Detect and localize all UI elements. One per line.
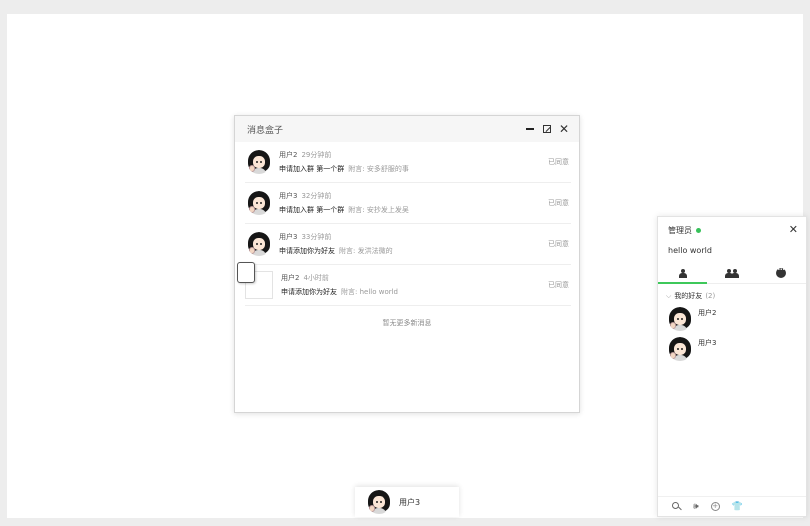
maximize-button[interactable] xyxy=(540,122,554,136)
message-time: 29分钟前 xyxy=(301,151,332,159)
list-item[interactable]: 用户3 32分钟前 申请加入群 第一个群 附言: 安抄发上发吴 已同意 xyxy=(245,183,571,224)
close-icon[interactable]: ✕ xyxy=(789,223,798,236)
message-action: 申请添加你为好友 xyxy=(279,247,335,255)
tab-groups[interactable] xyxy=(707,263,756,283)
add-icon[interactable]: + xyxy=(710,502,720,511)
message-time: 33分钟前 xyxy=(301,233,332,241)
message-user[interactable]: 用户3 xyxy=(279,192,297,200)
group-icon xyxy=(724,268,739,278)
message-action: 申请添加你为好友 xyxy=(281,288,337,296)
message-info: 用户2 4小时前 申请添加你为好友 附言: hello world xyxy=(281,273,548,297)
online-status-icon[interactable] xyxy=(696,228,701,233)
minimize-icon xyxy=(526,128,534,130)
list-item[interactable]: 用户3 33分钟前 申请添加你为好友 附言: 发洪法微的 已同意 xyxy=(245,224,571,265)
list-item[interactable]: 用户2 29分钟前 申请加入群 第一个群 附言: 安多舒服的事 已同意 xyxy=(245,142,571,183)
friend-group-header[interactable]: ⌵ 我的好友 (2) xyxy=(658,284,806,301)
message-info: 用户3 33分钟前 申请添加你为好友 附言: 发洪法微的 xyxy=(279,232,548,256)
broken-image-icon[interactable] xyxy=(237,262,273,299)
message-box-titlebar[interactable]: 消息盒子 ✕ xyxy=(235,116,579,142)
message-user[interactable]: 用户2 xyxy=(281,274,299,282)
avatar[interactable] xyxy=(247,191,271,215)
tab-friends[interactable] xyxy=(658,263,708,284)
tab-history[interactable] xyxy=(757,263,806,283)
friend-name: 用户3 xyxy=(698,339,717,347)
message-info: 用户3 32分钟前 申请加入群 第一个群 附言: 安抄发上发吴 xyxy=(279,191,548,215)
no-more-messages: 暂无更多新消息 xyxy=(382,319,432,327)
person-icon xyxy=(678,268,688,278)
chat-bubble-icon xyxy=(776,267,787,278)
message-user[interactable]: 用户3 xyxy=(279,233,297,241)
avatar xyxy=(367,490,391,514)
message-list: 用户2 29分钟前 申请加入群 第一个群 附言: 安多舒服的事 已同意 用户3 32分… xyxy=(235,142,579,306)
avatar[interactable] xyxy=(247,232,271,256)
maximize-icon xyxy=(543,125,551,133)
message-time: 4小时前 xyxy=(303,274,329,282)
close-icon: ✕ xyxy=(558,122,570,136)
list-item[interactable]: 用户2 4小时前 申请添加你为好友 附言: hello world 已同意 xyxy=(237,262,571,306)
avatar[interactable] xyxy=(247,150,271,174)
panel-tabs xyxy=(658,263,806,284)
signature-text[interactable]: hello world xyxy=(668,246,796,255)
friend-name: 用户2 xyxy=(698,309,717,317)
panel-username: 管理员 xyxy=(668,226,692,235)
status-badge: 已同意 xyxy=(548,240,569,248)
list-item[interactable]: 用户3 xyxy=(658,331,806,361)
message-time: 32分钟前 xyxy=(301,192,332,200)
message-box-title: 消息盒子 xyxy=(247,125,284,136)
message-box-window: 消息盒子 ✕ 用户2 29分钟前 申请加入群 第一个群 附言: 安多舒服的事 已同意… xyxy=(234,115,580,413)
skin-icon[interactable]: 👕 xyxy=(732,502,743,512)
avatar xyxy=(668,307,692,331)
friend-group-name: 我的好友 xyxy=(674,292,703,300)
message-info: 用户2 29分钟前 申请加入群 第一个群 附言: 安多舒服的事 xyxy=(279,150,548,174)
message-note: 附言: 安多舒服的事 xyxy=(348,165,409,173)
panel-footer: 🕪 + 👕 xyxy=(658,496,806,516)
status-badge: 已同意 xyxy=(548,281,569,289)
message-note: 附言: 发洪法微的 xyxy=(339,247,393,255)
message-note: 附言: hello world xyxy=(341,288,398,296)
panel-header[interactable]: 管理员 ✕ hello world xyxy=(658,217,806,255)
message-action: 申请加入群 第一个群 xyxy=(279,165,345,173)
message-user[interactable]: 用户2 xyxy=(279,151,297,159)
chat-main-panel: 管理员 ✕ hello world ⌵ 我的好友 (2) 用户2 用户3 🕪 + xyxy=(657,216,807,517)
friend-group-count: (2) xyxy=(705,292,716,300)
minimized-chat-name: 用户3 xyxy=(399,497,421,507)
message-note: 附言: 安抄发上发吴 xyxy=(348,206,409,214)
status-badge: 已同意 xyxy=(548,158,569,166)
avatar xyxy=(668,337,692,361)
status-badge: 已同意 xyxy=(548,199,569,207)
search-icon[interactable] xyxy=(672,502,682,511)
minimized-chat-tab[interactable]: 用户3 xyxy=(355,487,459,517)
list-item[interactable]: 用户2 xyxy=(658,301,806,331)
chevron-down-icon: ⌵ xyxy=(666,291,672,300)
message-action: 申请加入群 第一个群 xyxy=(279,206,345,214)
speaker-icon[interactable]: 🕪 xyxy=(693,502,699,512)
minimize-button[interactable] xyxy=(523,122,537,136)
close-button[interactable]: ✕ xyxy=(557,122,571,136)
